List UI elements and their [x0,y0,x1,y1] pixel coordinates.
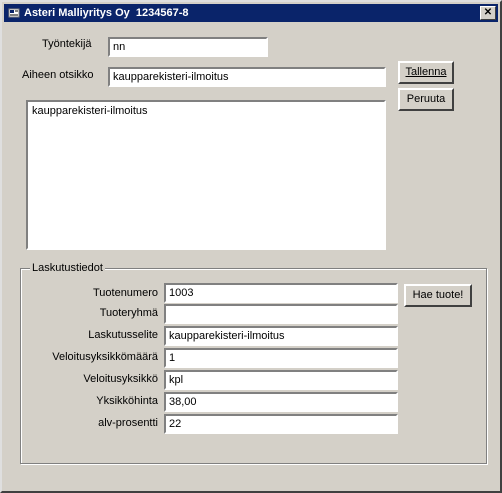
subject-label: Aiheen otsikko [22,69,94,81]
employee-input[interactable]: nn [108,37,268,57]
unit-quantity-label: Veloitusyksikkömäärä [52,351,158,363]
unit-price-input[interactable]: 38,00 [164,392,398,412]
product-number-label: Tuotenumero [92,287,158,299]
product-number-input[interactable]: 1003 [164,283,398,303]
vat-percent-label: alv-prosentti [98,417,158,429]
cancel-button[interactable]: Peruuta [398,88,454,111]
product-group-label: Tuoteryhmä [99,307,158,319]
unit-quantity-input[interactable]: 1 [164,348,398,368]
window-title: Asteri Malliyritys Oy 1234567-8 [24,7,189,19]
billing-description-input[interactable]: kaupparekisteri-ilmoitus [164,326,398,346]
fetch-product-button[interactable]: Hae tuote! [404,284,472,307]
unit-input[interactable]: kpl [164,370,398,390]
unit-price-label: Yksikköhinta [96,395,158,407]
save-button-label: Tallenna [405,66,447,78]
save-button[interactable]: Tallenna [398,61,454,84]
subject-input[interactable]: kaupparekisteri-ilmoitus [108,67,386,87]
unit-label: Veloitusyksikkö [83,373,158,385]
cancel-button-label: Peruuta [406,93,446,105]
message-textarea[interactable]: kaupparekisteri-ilmoitus [26,100,386,250]
billing-description-label: Laskutusselite [88,329,158,341]
fetch-product-button-label: Hae tuote! [412,289,464,301]
title-bar[interactable]: Asteri Malliyritys Oy 1234567-8 ✕ [4,4,498,22]
product-group-input[interactable] [164,304,398,324]
billing-group-title: Laskutustiedot [30,262,105,274]
vat-percent-input[interactable]: 22 [164,414,398,434]
app-icon [8,7,20,19]
employee-label: Työntekijä [42,38,92,50]
close-button[interactable]: ✕ [480,6,496,20]
